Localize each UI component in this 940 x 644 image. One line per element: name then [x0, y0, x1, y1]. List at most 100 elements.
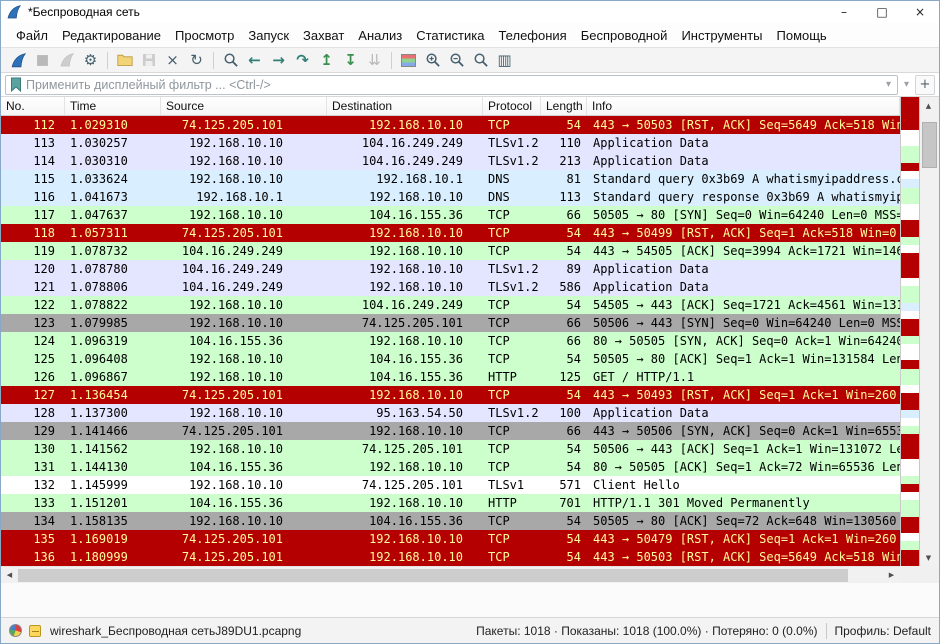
horizontal-scroll-track[interactable]: [18, 567, 883, 584]
cell-no: 125: [1, 350, 65, 368]
zoom-normal-icon[interactable]: [469, 49, 492, 71]
packet-row[interactable]: 112 1.029310 74.125.205.101 192.168.10.1…: [1, 116, 900, 134]
column-header-time[interactable]: Time: [65, 97, 161, 115]
menu-item[interactable]: Телефония: [491, 26, 573, 45]
display-filter-input[interactable]: [26, 78, 884, 92]
column-header-length[interactable]: Length: [541, 97, 587, 115]
minimap-stripe: [901, 410, 919, 418]
packet-row[interactable]: 123 1.079985 192.168.10.10 74.125.205.10…: [1, 314, 900, 332]
minimap-stripe: [901, 418, 919, 426]
resize-columns-icon[interactable]: ▥: [493, 49, 516, 71]
packet-row[interactable]: 115 1.033624 192.168.10.10 192.168.10.1 …: [1, 170, 900, 188]
scroll-left-icon[interactable]: ◀: [1, 567, 18, 584]
packet-row[interactable]: 118 1.057311 74.125.205.101 192.168.10.1…: [1, 224, 900, 242]
close-file-icon[interactable]: ×: [161, 49, 184, 71]
zoom-out-icon[interactable]: [445, 49, 468, 71]
packet-row[interactable]: 127 1.136454 74.125.205.101 192.168.10.1…: [1, 386, 900, 404]
menu-item[interactable]: Инструменты: [674, 26, 769, 45]
cell-protocol: HTTP: [483, 494, 541, 512]
column-header-info[interactable]: Info: [587, 97, 900, 115]
find-packet-icon[interactable]: [219, 49, 242, 71]
minimap-stripe: [901, 517, 919, 533]
horizontal-scrollbar[interactable]: ◀ ▶: [1, 566, 900, 583]
menu-item[interactable]: Захват: [296, 26, 351, 45]
menu-item[interactable]: Беспроводной: [574, 26, 675, 45]
wireshark-window: *Беспроводная сеть – □ × ФайлРедактирова…: [0, 0, 940, 644]
packet-row[interactable]: 126 1.096867 192.168.10.10 104.16.155.36…: [1, 368, 900, 386]
cell-protocol: TCP: [483, 386, 541, 404]
packet-row[interactable]: 129 1.141466 74.125.205.101 192.168.10.1…: [1, 422, 900, 440]
reload-file-icon[interactable]: ↻: [185, 49, 208, 71]
cell-length: 54: [541, 116, 587, 134]
scroll-down-icon[interactable]: ▼: [920, 549, 937, 566]
column-header-source[interactable]: Source: [161, 97, 327, 115]
packet-row[interactable]: 124 1.096319 104.16.155.36 192.168.10.10…: [1, 332, 900, 350]
packet-row[interactable]: 120 1.078780 104.16.249.249 192.168.10.1…: [1, 260, 900, 278]
packet-row[interactable]: 116 1.041673 192.168.10.1 192.168.10.10 …: [1, 188, 900, 206]
expert-info-icon[interactable]: [9, 624, 22, 637]
menu-item[interactable]: Просмотр: [168, 26, 241, 45]
go-last-packet-icon[interactable]: ↧: [339, 49, 362, 71]
menu-item[interactable]: Файл: [9, 26, 55, 45]
start-capture-icon[interactable]: [7, 49, 30, 71]
add-filter-button[interactable]: +: [915, 75, 935, 95]
packet-row[interactable]: 122 1.078822 192.168.10.10 104.16.249.24…: [1, 296, 900, 314]
packet-row[interactable]: 136 1.180999 74.125.205.101 192.168.10.1…: [1, 548, 900, 566]
filter-bookmark-icon[interactable]: [10, 77, 22, 92]
packet-row[interactable]: 114 1.030310 192.168.10.10 104.16.249.24…: [1, 152, 900, 170]
menu-item[interactable]: Запуск: [241, 26, 296, 45]
minimize-button[interactable]: –: [825, 1, 863, 23]
scroll-up-icon[interactable]: ▲: [920, 97, 937, 114]
save-file-icon[interactable]: [137, 49, 160, 71]
filter-expression-caret-icon[interactable]: ▾: [902, 79, 911, 90]
go-forward-icon[interactable]: →: [267, 49, 290, 71]
go-to-packet-icon[interactable]: ↷: [291, 49, 314, 71]
menu-item[interactable]: Анализ: [351, 26, 409, 45]
auto-scroll-icon[interactable]: ⇊: [363, 49, 386, 71]
packet-row[interactable]: 131 1.144130 104.16.155.36 192.168.10.10…: [1, 458, 900, 476]
column-header-destination[interactable]: Destination: [327, 97, 483, 115]
menu-item[interactable]: Помощь: [770, 26, 834, 45]
zoom-in-icon[interactable]: [421, 49, 444, 71]
packet-row[interactable]: 117 1.047637 192.168.10.10 104.16.155.36…: [1, 206, 900, 224]
vertical-scroll-track[interactable]: [920, 114, 939, 549]
cell-protocol: TCP: [483, 548, 541, 566]
packet-row[interactable]: 135 1.169019 74.125.205.101 192.168.10.1…: [1, 530, 900, 548]
maximize-button[interactable]: □: [863, 1, 901, 23]
packet-row[interactable]: 113 1.030257 192.168.10.10 104.16.249.24…: [1, 134, 900, 152]
packet-row[interactable]: 134 1.158135 192.168.10.10 104.16.155.36…: [1, 512, 900, 530]
horizontal-scroll-thumb[interactable]: [18, 569, 848, 582]
cell-no: 135: [1, 530, 65, 548]
menu-item[interactable]: Статистика: [409, 26, 491, 45]
capture-comment-icon[interactable]: [29, 625, 41, 637]
packet-minimap[interactable]: [900, 97, 920, 566]
go-back-icon[interactable]: ←: [243, 49, 266, 71]
column-header-no[interactable]: No.: [1, 97, 65, 115]
go-first-packet-icon[interactable]: ↥: [315, 49, 338, 71]
cell-no: 112: [1, 116, 65, 134]
close-button[interactable]: ×: [901, 1, 939, 23]
packet-row[interactable]: 125 1.096408 192.168.10.10 104.16.155.36…: [1, 350, 900, 368]
filter-history-caret-icon[interactable]: ▾: [884, 79, 893, 90]
packet-row[interactable]: 119 1.078732 104.16.249.249 192.168.10.1…: [1, 242, 900, 260]
colorize-packets-icon[interactable]: [397, 49, 420, 71]
cell-no: 126: [1, 368, 65, 386]
packet-row[interactable]: 128 1.137300 192.168.10.10 95.163.54.50 …: [1, 404, 900, 422]
scroll-right-icon[interactable]: ▶: [883, 567, 900, 584]
column-header-protocol[interactable]: Protocol: [483, 97, 541, 115]
vertical-scrollbar[interactable]: ▲ ▼: [920, 97, 939, 566]
packet-row[interactable]: 121 1.078806 104.16.249.249 192.168.10.1…: [1, 278, 900, 296]
profile-label[interactable]: Профиль: Default: [835, 624, 932, 638]
cell-destination: 192.168.10.10: [327, 188, 483, 206]
cell-no: 122: [1, 296, 65, 314]
packet-row[interactable]: 130 1.141562 192.168.10.10 74.125.205.10…: [1, 440, 900, 458]
restart-capture-icon[interactable]: [55, 49, 78, 71]
packet-row[interactable]: 132 1.145999 192.168.10.10 74.125.205.10…: [1, 476, 900, 494]
vertical-scroll-thumb[interactable]: [922, 122, 937, 168]
packet-row[interactable]: 133 1.151201 104.16.155.36 192.168.10.10…: [1, 494, 900, 512]
menu-item[interactable]: Редактирование: [55, 26, 168, 45]
cell-destination: 192.168.10.10: [327, 116, 483, 134]
open-file-icon[interactable]: [113, 49, 136, 71]
stop-capture-icon[interactable]: [31, 49, 54, 71]
capture-options-icon[interactable]: ⚙: [79, 49, 102, 71]
